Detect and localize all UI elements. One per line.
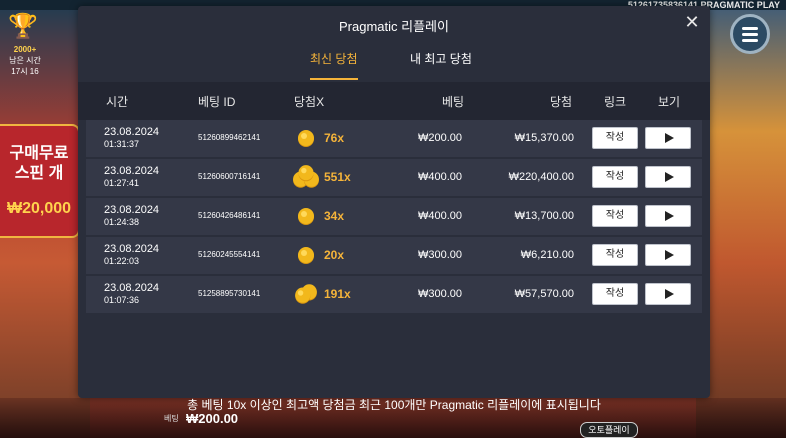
row-multiplier: 551x [324,170,351,184]
table-header: 시간 베팅 ID 당첨X 베팅 당첨 링크 보기 [78,82,710,120]
hamburger-menu-button[interactable] [730,14,770,54]
row-date: 23.08.2024 [104,126,160,138]
table-row: 23.08.2024 01:27:41 51260600716141 551x … [86,159,702,196]
menu-line-icon [742,27,758,30]
play-icon [665,172,674,182]
play-replay-button[interactable] [645,166,691,188]
row-date: 23.08.2024 [104,243,160,255]
tab-bar: 최신 당첨 내 최고 당첨 [78,50,710,80]
tab-latest-wins[interactable]: 최신 당첨 [310,50,358,80]
play-icon [665,133,674,143]
row-bet: ₩400.00 [417,171,462,183]
header-multiplier: 당첨X [294,95,325,109]
create-link-button[interactable]: 작성 [592,127,638,149]
autoplay-button[interactable]: 오토플레이 [580,422,638,438]
row-bet: ₩200.00 [417,132,462,144]
row-win: ₩220,400.00 [508,171,574,183]
row-multiplier: 76x [324,131,345,145]
header-bet: 베팅 [442,95,465,109]
bet-value: ₩200.00 [186,411,239,426]
buy-line2: 스핀 개 [14,165,64,182]
row-bet-id: 51260245554141 [198,250,261,259]
close-icon[interactable]: ✕ [682,12,702,32]
time-left-label: 남은 시간 [9,56,41,65]
row-date: 23.08.2024 [104,204,160,216]
header-link: 링크 [604,95,627,109]
play-replay-button[interactable] [645,127,691,149]
row-bet: ₩400.00 [417,210,462,222]
row-bet: ₩300.00 [417,249,462,261]
row-bet-id: 51260899462141 [198,133,261,142]
header-time: 시간 [106,95,129,109]
tab-my-best-wins[interactable]: 내 최고 당첨 [410,50,472,78]
menu-line-icon [742,39,758,42]
row-time: 01:22:03 [104,256,140,266]
buy-free-spins-banner[interactable]: 구매무료 스핀 개 ₩20,000 [0,124,80,238]
create-link-button[interactable]: 작성 [592,166,638,188]
row-date: 23.08.2024 [104,165,160,177]
row-win: ₩57,570.00 [514,288,574,300]
row-win: ₩15,370.00 [514,132,574,144]
jackpot-info: 2000+ 남은 시간 17시 16 [2,44,48,77]
table-row: 23.08.2024 01:24:38 51260426486141 34x ₩… [86,198,702,235]
row-bet-id: 51260600716141 [198,172,261,181]
row-multiplier: 20x [324,248,345,262]
row-date: 23.08.2024 [104,282,160,294]
row-bet-id: 51258895730141 [198,289,261,298]
play-replay-button[interactable] [645,244,691,266]
menu-line-icon [742,33,758,36]
play-replay-button[interactable] [645,205,691,227]
create-link-button[interactable]: 작성 [592,283,638,305]
gold-coins-pile-icon [293,165,319,188]
row-multiplier: 34x [324,209,345,223]
table-row: 23.08.2024 01:22:03 51260245554141 20x ₩… [86,237,702,274]
header-bet-id: 베팅 ID [198,95,236,109]
gold-coin-icon [298,247,314,264]
gold-coin-icon [298,130,314,147]
row-multiplier: 191x [324,287,351,301]
buy-price: ₩20,000 [6,200,72,217]
play-icon [665,211,674,221]
table-row: 23.08.2024 01:31:37 51260899462141 76x ₩… [86,120,702,157]
time-left-value: 17시 16 [11,67,39,76]
gold-coins-pair-icon [295,284,317,304]
create-link-button[interactable]: 작성 [592,244,638,266]
header-win: 당첨 [550,95,573,109]
trophy-icon[interactable]: 🏆 [8,14,38,40]
row-win: ₩6,210.00 [520,249,574,261]
table-row: 23.08.2024 01:07:36 51258895730141 191x … [86,276,702,313]
header-view: 보기 [658,95,681,109]
row-time: 01:27:41 [104,178,140,188]
footer-note: 총 베팅 10x 이상인 최고액 당첨금 최근 100개만 Pragmatic … [187,398,601,412]
row-win: ₩13,700.00 [514,210,574,222]
gold-coin-icon [298,208,314,225]
row-time: 01:24:38 [104,217,140,227]
row-bet: ₩300.00 [417,288,462,300]
play-replay-button[interactable] [645,283,691,305]
play-icon [665,289,674,299]
create-link-button[interactable]: 작성 [592,205,638,227]
modal-title: Pragmatic 리플레이 [339,19,449,34]
bet-label: 베팅 [164,414,179,423]
play-icon [665,250,674,260]
replay-modal: Pragmatic 리플레이 ✕ 최신 당첨 내 최고 당첨 시간 베팅 ID … [78,6,710,398]
results-table: 23.08.2024 01:31:37 51260899462141 76x ₩… [86,120,702,315]
buy-line1: 구매무료 [9,145,69,162]
row-time: 01:31:37 [104,139,140,149]
row-time: 01:07:36 [104,295,140,305]
jackpot-amount: 2000+ [13,45,37,54]
row-bet-id: 51260426486141 [198,211,261,220]
